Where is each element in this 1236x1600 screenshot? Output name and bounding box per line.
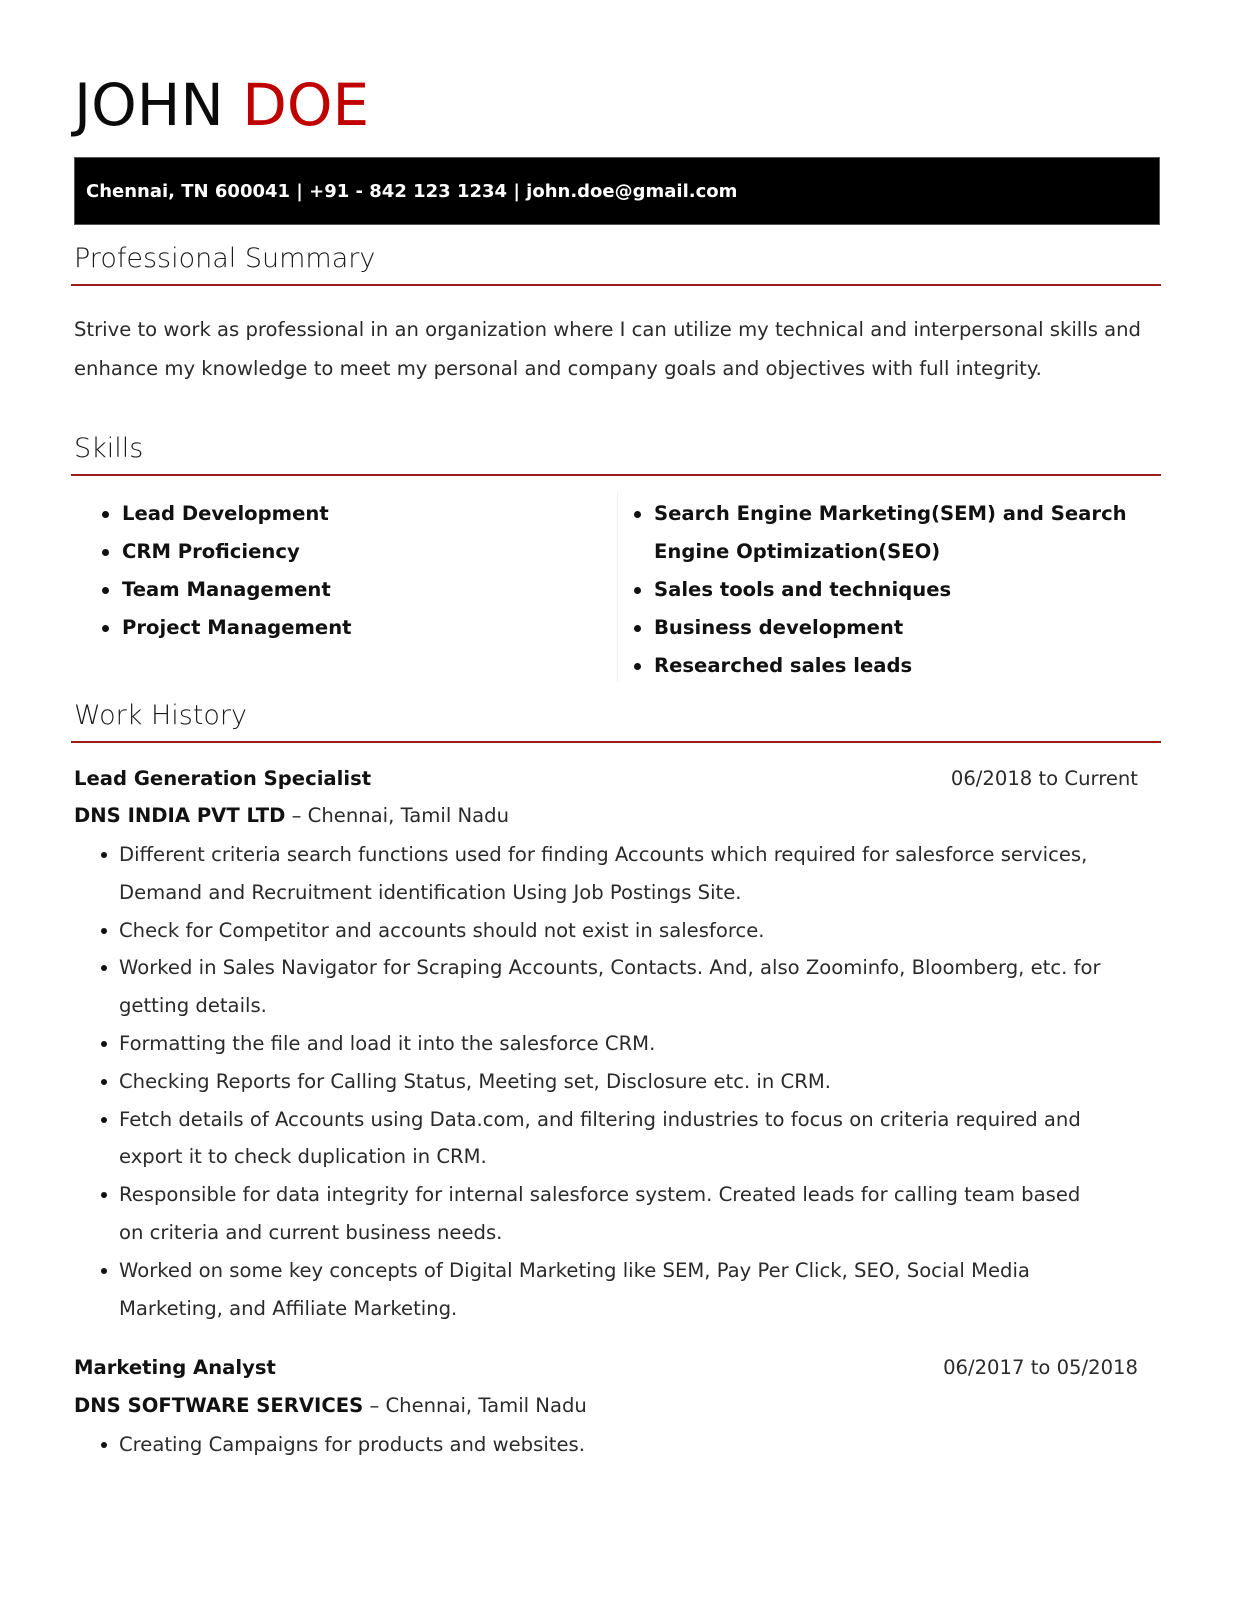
skill-item: Researched sales leads [634,647,1134,685]
job-title: Lead Generation Specialist [74,767,372,790]
section-title-work: Work History [74,700,248,731]
job-company-line: DNS SOFTWARE SERVICES – Chennai, Tamil N… [74,1394,587,1417]
job-bullet: Formatting the file and load it into the… [100,1025,1110,1063]
skills-list-right: Search Engine Marketing(SEM) and Search … [634,495,1134,685]
section-title-skills: Skills [74,433,144,464]
skill-item: Search Engine Marketing(SEM) and Search … [634,495,1134,571]
job-company-line: DNS INDIA PVT LTD – Chennai, Tamil Nadu [74,804,509,827]
company-location: – Chennai, Tamil Nadu [285,804,510,827]
skill-item: Team Management [102,571,582,609]
last-name: DOE [242,71,370,139]
job-dates: 06/2017 to 05/2018 [943,1356,1138,1379]
skills-column-divider [617,492,618,682]
job-bullet: Check for Competitor and accounts should… [100,912,1110,950]
job-bullets: Different criteria search functions used… [100,836,1110,1327]
job-bullet: Worked in Sales Navigator for Scraping A… [100,949,1110,1025]
section-divider [71,284,1161,286]
company-name: DNS INDIA PVT LTD [74,804,286,827]
summary-text: Strive to work as professional in an org… [74,318,1141,380]
job-bullet: Creating Campaigns for products and webs… [100,1426,1110,1464]
contact-info: Chennai, TN 600041 | +91 - 842 123 1234 … [86,180,738,202]
skill-item: Project Management [102,609,582,647]
skill-item: Sales tools and techniques [634,571,1134,609]
job-bullet: Checking Reports for Calling Status, Mee… [100,1063,1110,1101]
candidate-name: JOHN DOE [74,70,369,140]
section-divider [71,474,1161,476]
contact-bar: Chennai, TN 600041 | +91 - 842 123 1234 … [74,157,1160,225]
job-bullet: Different criteria search functions used… [100,836,1110,912]
job-bullet: Responsible for data integrity for inter… [100,1176,1110,1252]
skill-item: Business development [634,609,1134,647]
job-bullet: Fetch details of Accounts using Data.com… [100,1101,1110,1177]
job-bullet: Worked on some key concepts of Digital M… [100,1252,1110,1328]
job-bullets: Creating Campaigns for products and webs… [100,1426,1110,1464]
section-divider [71,741,1161,743]
first-name: JOHN [74,71,224,139]
section-title-summary: Professional Summary [74,243,376,274]
skills-list-left: Lead Development CRM Proficiency Team Ma… [102,495,582,647]
skill-item: CRM Proficiency [102,533,582,571]
skill-item: Lead Development [102,495,582,533]
job-title: Marketing Analyst [74,1356,276,1379]
company-name: DNS SOFTWARE SERVICES [74,1394,364,1417]
company-location: – Chennai, Tamil Nadu [363,1394,587,1417]
job-dates: 06/2018 to Current [950,767,1138,790]
resume-page: JOHN DOE Chennai, TN 600041 | +91 - 842 … [0,0,1236,1600]
